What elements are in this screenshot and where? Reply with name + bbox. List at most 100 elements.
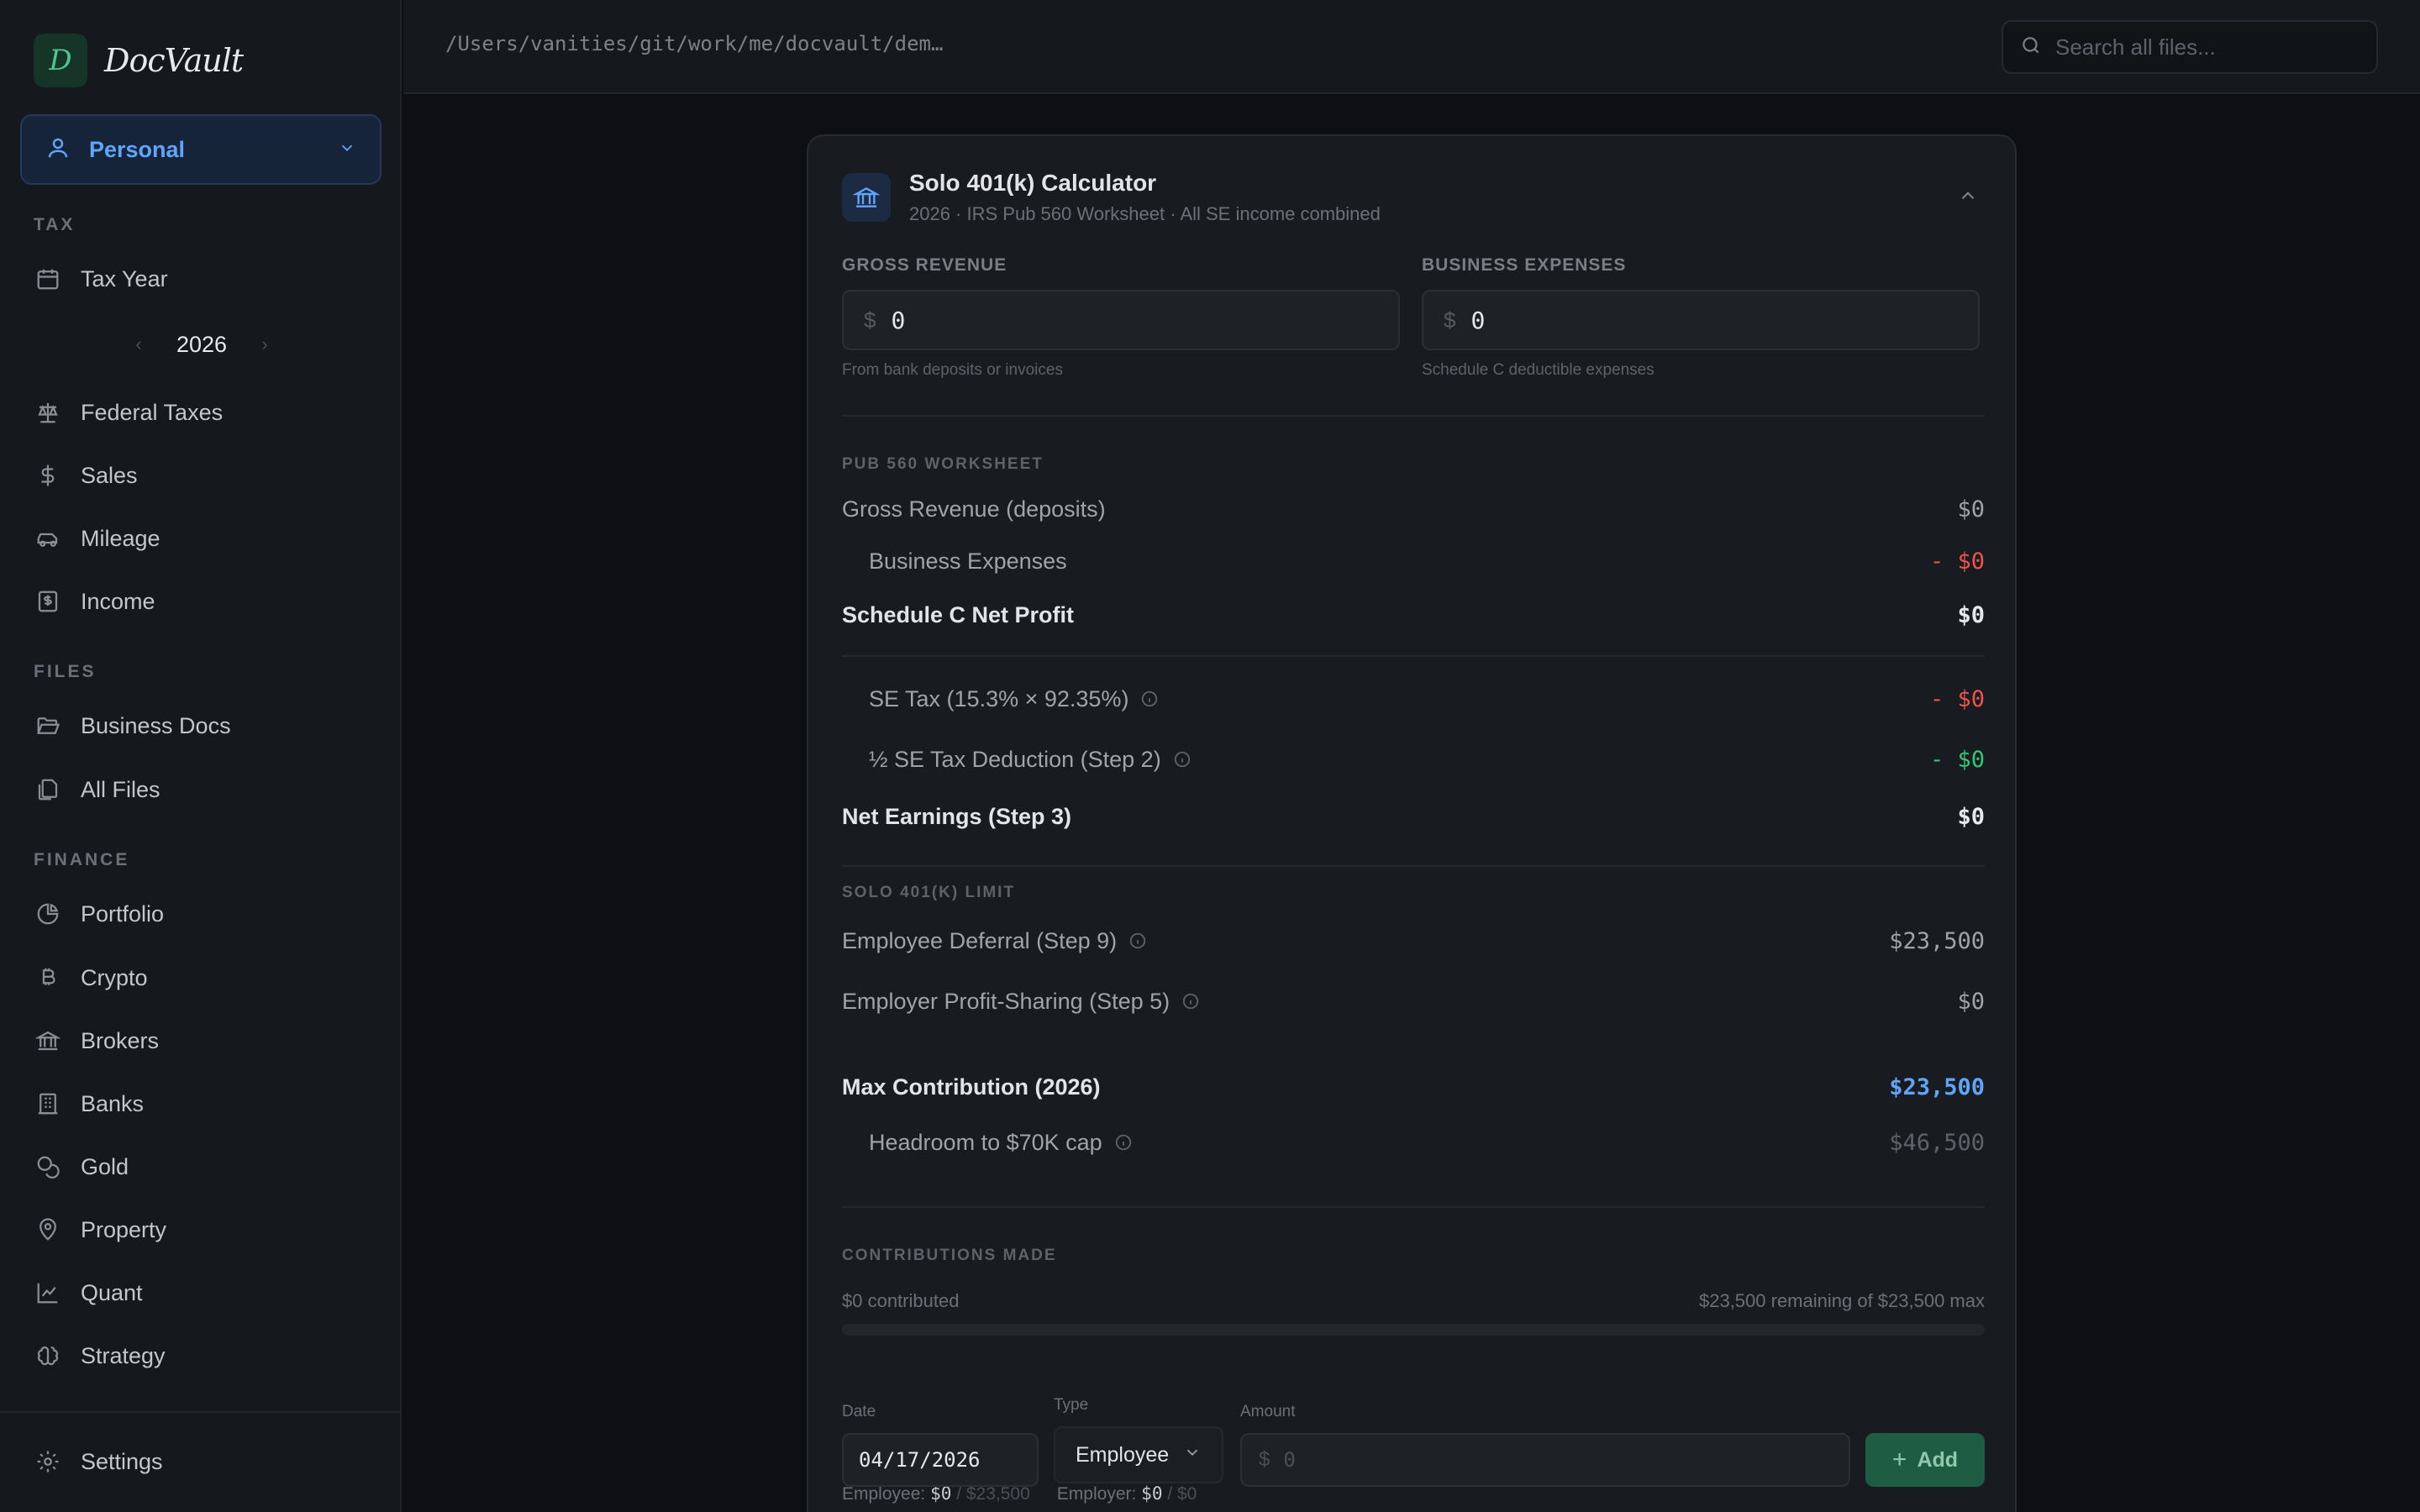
bank-icon bbox=[842, 173, 891, 222]
collapse-button[interactable] bbox=[1951, 181, 1985, 214]
add-contribution-button[interactable]: + Add bbox=[1865, 1433, 1985, 1487]
employer-split-value: $0 bbox=[1141, 1483, 1163, 1504]
row-employee-deferral: Employee Deferral (Step 9) $23,500 bbox=[842, 924, 1985, 958]
section-title-finance: FINANCE bbox=[34, 850, 130, 869]
type-select[interactable]: Employee bbox=[1054, 1426, 1223, 1483]
contributed-text: $0 contributed bbox=[842, 1290, 960, 1311]
sidebar-item-income[interactable]: Income bbox=[34, 578, 370, 625]
currency-symbol: $ bbox=[1444, 307, 1456, 333]
search-input[interactable] bbox=[2055, 34, 2358, 60]
employer-split-max: / $0 bbox=[1167, 1484, 1197, 1504]
file-path: /Users/vanities/git/work/me/docvault/dem… bbox=[445, 32, 944, 55]
coins-icon bbox=[34, 1152, 62, 1181]
sidebar-item-gold[interactable]: Gold bbox=[34, 1143, 370, 1190]
gross-revenue-input[interactable] bbox=[891, 306, 1362, 334]
row-value: - $0 bbox=[1929, 548, 1985, 575]
employee-split-label: Employee: bbox=[842, 1484, 926, 1504]
row-label-wrap: Headroom to $70K cap bbox=[869, 1130, 1133, 1156]
gear-icon bbox=[34, 1447, 62, 1476]
card-header: Solo 401(k) Calculator 2026 · IRS Pub 56… bbox=[842, 170, 1985, 225]
row-value: $23,500 bbox=[1889, 1074, 1985, 1100]
sidebar-item-label: Quant bbox=[81, 1279, 143, 1305]
sidebar-item-settings[interactable]: Settings bbox=[34, 1438, 370, 1485]
search-box[interactable] bbox=[2002, 20, 2378, 74]
business-expenses-hint: Schedule C deductible expenses bbox=[1422, 361, 1655, 379]
row-se-deduction: ½ SE Tax Deduction (Step 2) - $0 bbox=[842, 743, 1985, 776]
brand[interactable]: D DocVault bbox=[34, 34, 244, 87]
sidebar-item-brokers[interactable]: Brokers bbox=[34, 1017, 370, 1064]
map-pin-icon bbox=[34, 1215, 62, 1244]
sidebar-item-label: Banks bbox=[81, 1090, 145, 1116]
info-icon[interactable] bbox=[1140, 690, 1159, 708]
gross-revenue-field[interactable]: $ bbox=[842, 290, 1400, 350]
sidebar-item-label: Crypto bbox=[81, 964, 148, 990]
car-icon bbox=[34, 524, 62, 553]
bank-icon bbox=[34, 1026, 62, 1055]
contribution-progress bbox=[842, 1324, 1985, 1336]
row-value: $0 bbox=[1957, 601, 1985, 628]
business-expenses-input[interactable] bbox=[1470, 306, 1942, 334]
year-value: 2026 bbox=[176, 331, 228, 357]
row-label: Net Earnings (Step 3) bbox=[842, 803, 1072, 829]
sidebar-item-mileage[interactable]: Mileage bbox=[34, 515, 370, 562]
row-net-profit: Schedule C Net Profit $0 bbox=[842, 598, 1985, 632]
profile-switcher[interactable]: Personal bbox=[20, 114, 381, 185]
sidebar-item-crypto[interactable]: Crypto bbox=[34, 954, 370, 1001]
sidebar-item-quant[interactable]: Quant bbox=[34, 1269, 370, 1316]
row-label: ½ SE Tax Deduction (Step 2) bbox=[869, 746, 1161, 772]
row-value: - $0 bbox=[1929, 685, 1985, 712]
row-label: Gross Revenue (deposits) bbox=[842, 496, 1106, 522]
type-label: Type bbox=[1054, 1396, 1089, 1414]
row-value: $0 bbox=[1957, 803, 1985, 830]
sidebar-item-label: Business Docs bbox=[81, 712, 231, 738]
sidebar-item-federal-taxes[interactable]: Federal Taxes bbox=[34, 389, 370, 436]
amount-field[interactable]: $ bbox=[1240, 1433, 1850, 1487]
worksheet-title: PUB 560 WORKSHEET bbox=[842, 455, 1044, 473]
info-icon[interactable] bbox=[1173, 750, 1192, 769]
chevron-left-icon[interactable]: ‹ bbox=[126, 333, 151, 355]
employee-split-max: / $23,500 bbox=[956, 1484, 1030, 1504]
sidebar-item-portfolio[interactable]: Portfolio bbox=[34, 890, 370, 937]
brand-logo: D bbox=[34, 34, 87, 87]
business-expenses-field[interactable]: $ bbox=[1422, 290, 1980, 350]
sidebar-item-strategy[interactable]: Strategy bbox=[34, 1332, 370, 1379]
topbar: /Users/vanities/git/work/me/docvault/dem… bbox=[403, 0, 2420, 94]
sidebar-item-sales[interactable]: Sales bbox=[34, 452, 370, 499]
sidebar-item-tax-year[interactable]: Tax Year bbox=[34, 255, 370, 302]
gross-revenue-label: GROSS REVENUE bbox=[842, 255, 1007, 275]
section-title-files: FILES bbox=[34, 662, 97, 681]
row-label: Business Expenses bbox=[869, 548, 1067, 574]
add-button-label: Add bbox=[1917, 1447, 1959, 1472]
date-input[interactable]: 04/17/2026 bbox=[842, 1433, 1039, 1487]
gross-revenue-hint: From bank deposits or invoices bbox=[842, 361, 1063, 379]
chevron-down-icon bbox=[1183, 1443, 1202, 1467]
row-value: $46,500 bbox=[1889, 1129, 1985, 1156]
card-title: Solo 401(k) Calculator bbox=[909, 170, 1157, 196]
business-expenses-label: BUSINESS EXPENSES bbox=[1422, 255, 1627, 275]
amount-input[interactable] bbox=[1283, 1448, 1822, 1472]
sidebar-item-property[interactable]: Property bbox=[34, 1206, 370, 1253]
bitcoin-icon bbox=[34, 963, 62, 992]
info-icon[interactable] bbox=[1128, 932, 1147, 950]
plus-icon: + bbox=[1891, 1446, 1907, 1473]
card-subtitle: 2026 · IRS Pub 560 Worksheet · All SE in… bbox=[909, 203, 1381, 224]
sidebar-item-business-docs[interactable]: Business Docs bbox=[34, 702, 370, 749]
chevron-right-icon[interactable]: › bbox=[252, 333, 277, 355]
row-label-wrap: Employer Profit-Sharing (Step 5) bbox=[842, 989, 1200, 1015]
info-icon[interactable] bbox=[1181, 992, 1200, 1011]
scale-icon bbox=[34, 398, 62, 427]
solo-401k-card: Solo 401(k) Calculator 2026 · IRS Pub 56… bbox=[807, 134, 2017, 1512]
row-gross-revenue: Gross Revenue (deposits) $0 bbox=[842, 492, 1985, 526]
folder-open-icon bbox=[34, 711, 62, 740]
sidebar-item-all-files[interactable]: All Files bbox=[34, 766, 370, 813]
sidebar-divider bbox=[0, 1411, 402, 1413]
calendar-icon bbox=[34, 265, 62, 293]
sidebar-item-label: All Files bbox=[81, 776, 160, 802]
sidebar-item-banks[interactable]: Banks bbox=[34, 1080, 370, 1127]
info-icon[interactable] bbox=[1114, 1133, 1133, 1152]
sidebar-item-label: Tax Year bbox=[81, 265, 168, 291]
row-label: Max Contribution (2026) bbox=[842, 1074, 1101, 1100]
building-icon bbox=[34, 1089, 62, 1118]
row-business-expenses: Business Expenses - $0 bbox=[842, 544, 1985, 578]
chevron-down-icon bbox=[338, 139, 356, 161]
